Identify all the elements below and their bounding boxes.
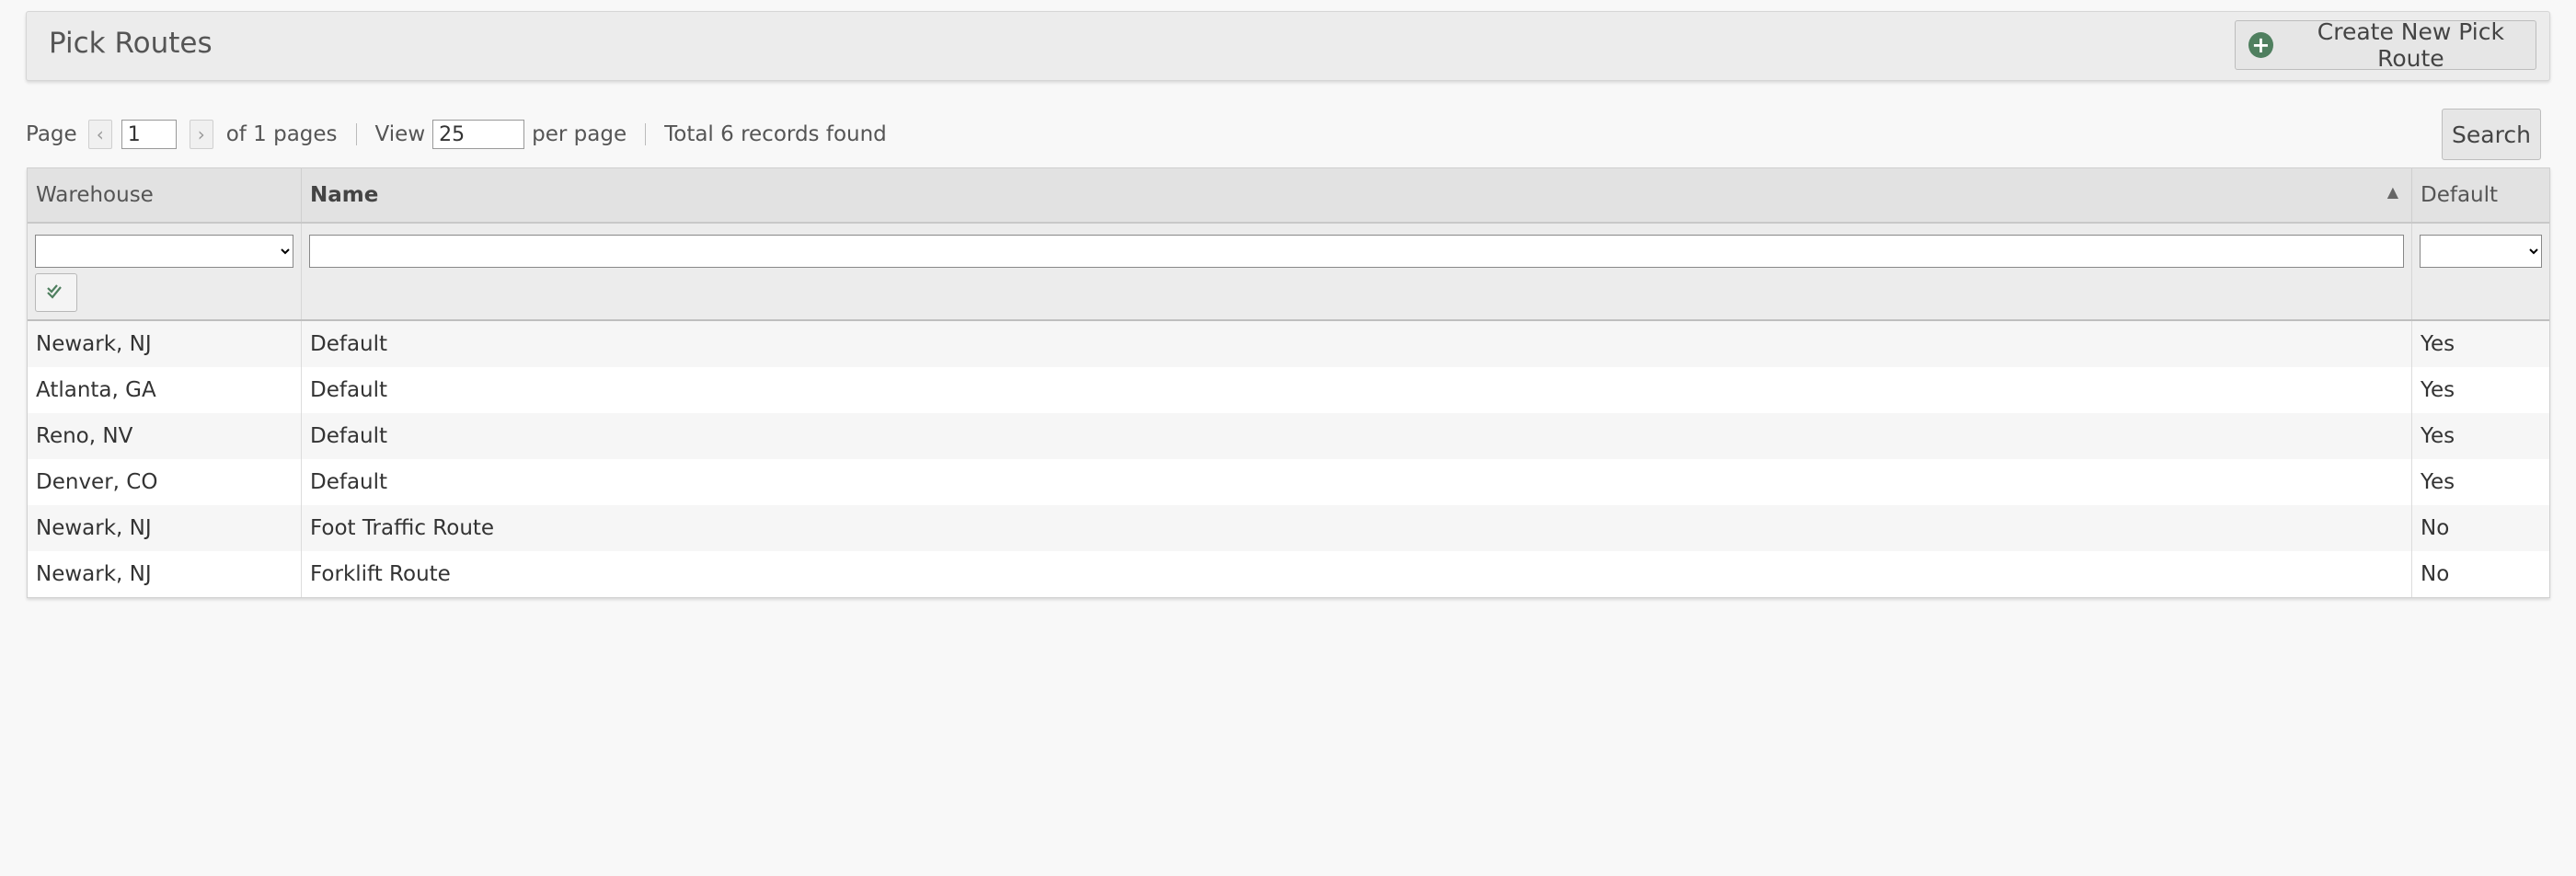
divider xyxy=(645,123,647,145)
next-page-button[interactable]: › xyxy=(189,120,213,149)
table-header-row: Warehouse Name ▲ Default xyxy=(28,168,2549,224)
page-label: Page xyxy=(26,122,77,146)
warehouse-filter-cell xyxy=(28,224,302,319)
default-cell: Yes xyxy=(2421,470,2455,494)
column-header-name-label: Name xyxy=(310,183,379,207)
default-cell: No xyxy=(2421,562,2450,586)
table-row[interactable]: Denver, CO Default Yes xyxy=(28,459,2549,505)
table-row[interactable]: Newark, NJ Foot Traffic Route No xyxy=(28,505,2549,551)
filter-row xyxy=(28,224,2549,321)
page-header: Pick Routes + Create New Pick Route xyxy=(26,11,2550,81)
prev-page-button[interactable]: ‹ xyxy=(87,120,112,149)
per-page-label: per page xyxy=(532,122,627,146)
page-title: Pick Routes xyxy=(49,27,213,60)
view-label: View xyxy=(374,122,426,146)
search-button[interactable]: Search xyxy=(2442,109,2541,160)
column-header-default[interactable]: Default xyxy=(2412,168,2549,222)
create-button-label: Create New Pick Route xyxy=(2317,18,2504,72)
name-filter-input[interactable] xyxy=(309,235,2404,268)
warehouse-filter-select[interactable] xyxy=(35,235,293,268)
table-row[interactable]: Newark, NJ Forklift Route No xyxy=(28,551,2549,597)
divider xyxy=(355,123,357,145)
plus-circle-icon: + xyxy=(2248,32,2273,58)
default-cell: Yes xyxy=(2421,424,2455,448)
default-cell: Yes xyxy=(2421,378,2455,402)
default-cell: No xyxy=(2421,516,2450,540)
chevron-left-icon: ‹ xyxy=(96,123,104,145)
total-records-text: Total 6 records found xyxy=(664,122,887,146)
warehouse-cell: Denver, CO xyxy=(28,459,302,505)
apply-filter-button[interactable] xyxy=(35,273,77,312)
name-filter-cell xyxy=(302,224,2412,319)
table-row[interactable]: Newark, NJ Default Yes xyxy=(28,321,2549,367)
double-check-icon xyxy=(47,284,62,299)
chevron-right-icon: › xyxy=(197,123,205,145)
default-filter-select[interactable] xyxy=(2420,235,2542,268)
per-page-input[interactable] xyxy=(432,120,525,149)
name-cell: Default xyxy=(302,413,2412,459)
default-filter-cell xyxy=(2412,224,2549,319)
sort-ascending-icon: ▲ xyxy=(2386,183,2398,201)
warehouse-cell: Newark, NJ xyxy=(28,551,302,597)
pagination-bar: Page ‹ › of 1 pages View per page Total … xyxy=(26,118,887,151)
warehouse-cell: Newark, NJ xyxy=(28,505,302,551)
name-cell: Forklift Route xyxy=(302,551,2412,597)
default-cell: Yes xyxy=(2421,332,2455,356)
warehouse-cell: Reno, NV xyxy=(28,413,302,459)
page-number-input[interactable] xyxy=(121,120,177,149)
name-cell: Foot Traffic Route xyxy=(302,505,2412,551)
page-count-text: of 1 pages xyxy=(225,122,338,146)
warehouse-cell: Atlanta, GA xyxy=(28,367,302,413)
name-cell: Default xyxy=(302,367,2412,413)
table-body: Newark, NJ Default Yes Atlanta, GA Defau… xyxy=(28,321,2549,597)
name-cell: Default xyxy=(302,459,2412,505)
create-new-pick-route-button[interactable]: + Create New Pick Route xyxy=(2235,18,2536,72)
warehouse-cell: Newark, NJ xyxy=(28,321,302,367)
column-header-warehouse[interactable]: Warehouse xyxy=(28,168,302,222)
column-header-name[interactable]: Name ▲ xyxy=(302,168,2412,222)
name-cell: Default xyxy=(302,321,2412,367)
table-row[interactable]: Atlanta, GA Default Yes xyxy=(28,367,2549,413)
table-row[interactable]: Reno, NV Default Yes xyxy=(28,413,2549,459)
pick-routes-table: Warehouse Name ▲ Default Newark, NJ Defa… xyxy=(27,167,2550,598)
